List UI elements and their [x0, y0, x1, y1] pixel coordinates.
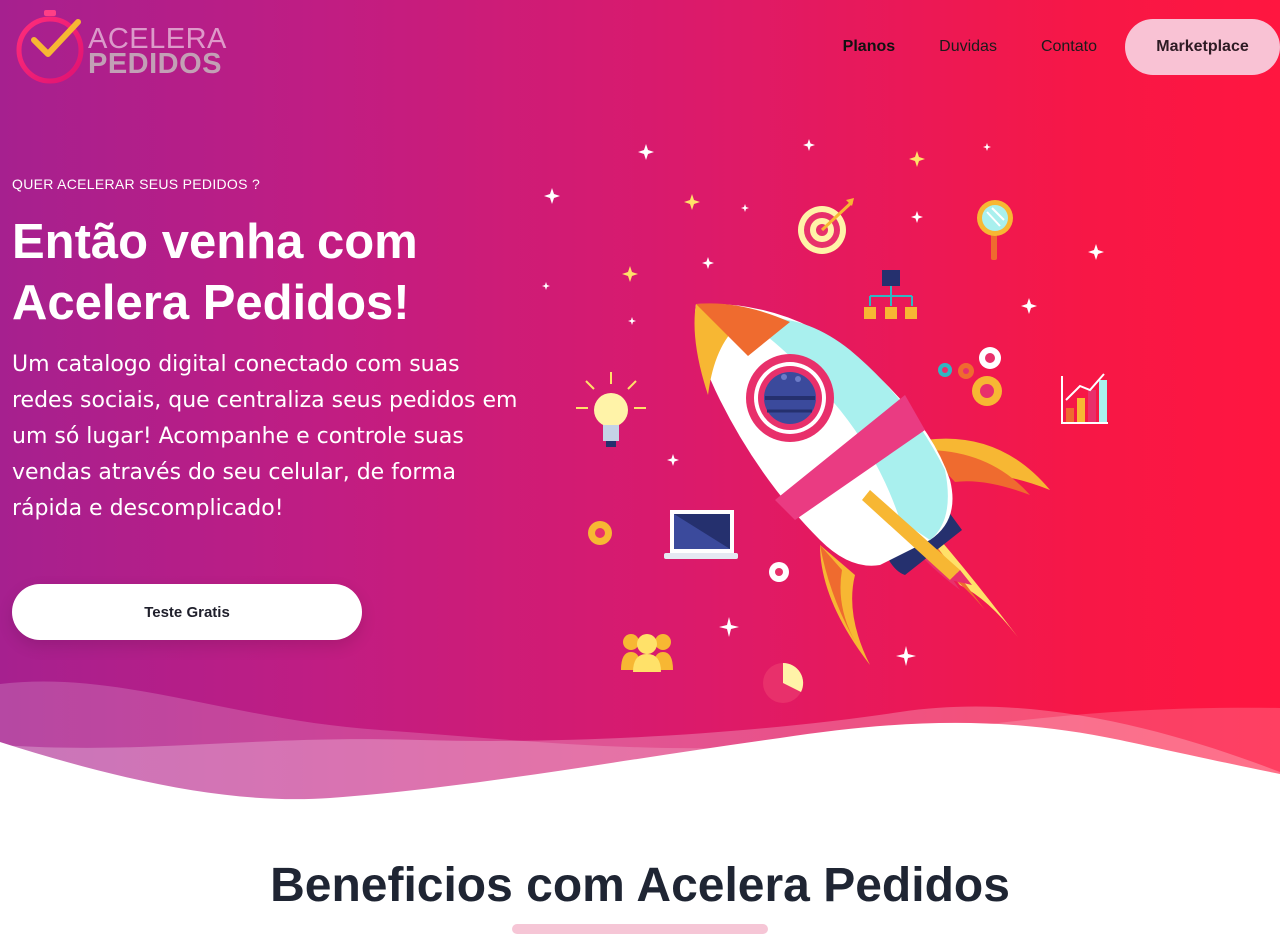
target-icon [798, 198, 854, 254]
hero-headline-line2: Acelera Pedidos! [12, 276, 410, 330]
hero-wave-divider [0, 681, 1280, 800]
rocket-illustration [542, 139, 1108, 703]
hero-eyebrow: QUER ACELERAR SEUS PEDIDOS ? [12, 176, 261, 192]
logo-line2: PEDIDOS [88, 48, 223, 80]
hero-description: Um catalogo digital conectado com suas r… [12, 352, 518, 521]
gears-icon [938, 347, 1002, 406]
nav-link-planos[interactable]: Planos [821, 38, 917, 56]
nav-link-duvidas[interactable]: Duvidas [917, 38, 1019, 56]
section-title-underline [512, 924, 768, 934]
magnifier-icon [977, 200, 1013, 260]
nav-link-contato[interactable]: Contato [1019, 38, 1119, 56]
laptop-icon [664, 510, 738, 559]
hero-section: ACELERA PEDIDOS Planos Duvidas Contato M… [0, 0, 1280, 800]
bar-chart-icon [1061, 373, 1108, 424]
main-nav: Planos Duvidas Contato Marketplace [821, 0, 1280, 94]
free-trial-button[interactable]: Teste Gratis [12, 584, 362, 640]
org-chart-icon [864, 270, 917, 319]
hero-headline-line1: Então venha com [12, 215, 418, 269]
hero-headline: Então venha com Acelera Pedidos! [12, 212, 512, 334]
logo[interactable]: ACELERA PEDIDOS [16, 8, 226, 86]
marketplace-button[interactable]: Marketplace [1125, 19, 1280, 75]
section-title: Beneficios com Acelera Pedidos [270, 859, 1010, 912]
lightbulb-icon [576, 372, 646, 447]
